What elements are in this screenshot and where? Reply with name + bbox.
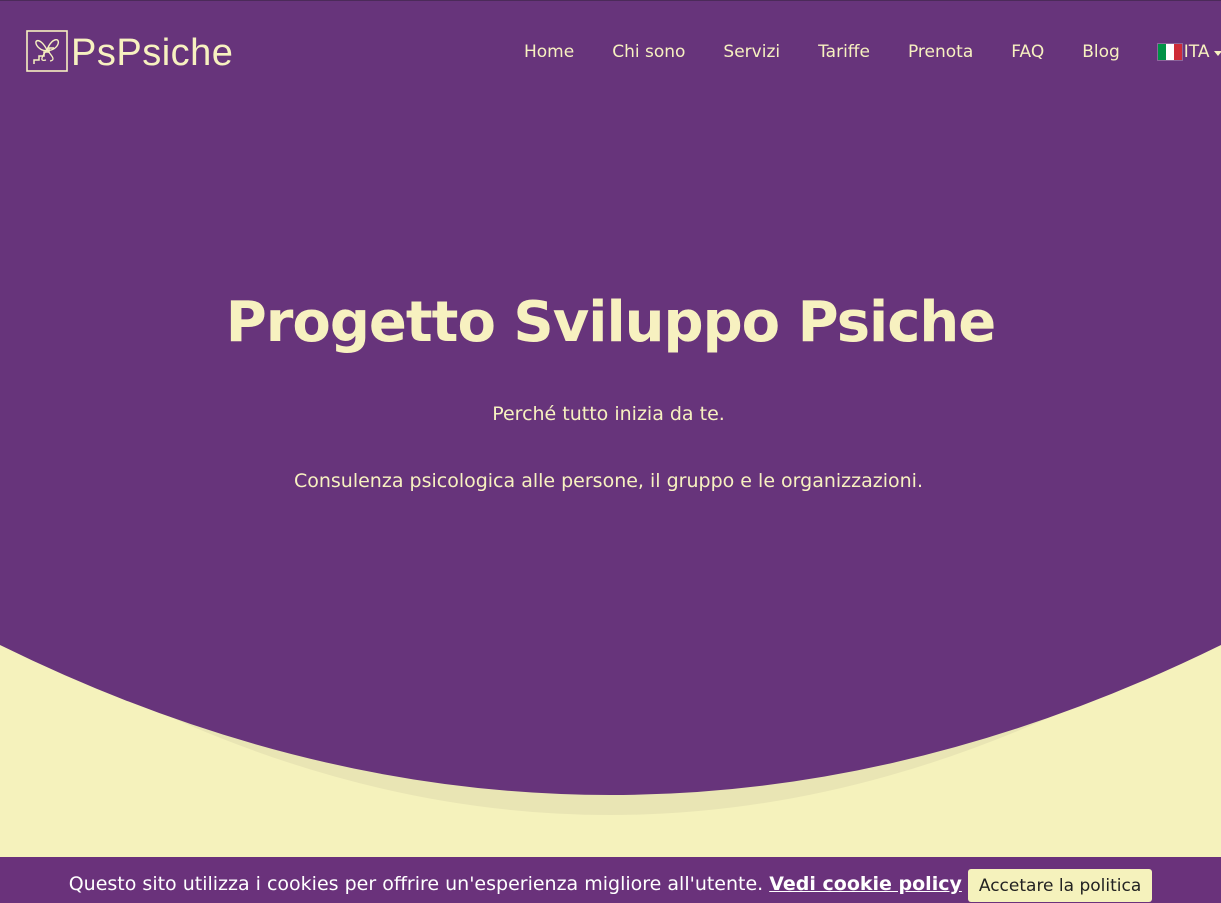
hero-title: Progetto Sviluppo Psiche [225,290,997,355]
hero-curve [0,0,1221,795]
accept-cookies-button[interactable]: Accetare la politica [967,868,1153,902]
hero-subtitle: Perché tutto inizia da te. [492,403,725,425]
page: PsPsiche Home Chi sono Servizi Tariffe P… [0,0,1221,903]
nav-item-blog: Blog [1063,42,1139,62]
nav-item-tariffe: Tariffe [799,42,889,62]
cookie-bar: Questo sito utilizza i cookies per offri… [0,857,1221,903]
hero-description: Consulenza psicologica alle persone, il … [293,470,924,492]
cookie-policy-link[interactable]: Vedi cookie policy [769,873,962,895]
caret-down-icon [1213,50,1221,56]
italy-flag-icon [1156,43,1183,61]
cookie-text: Questo sito utilizza i cookies per offri… [68,873,764,895]
nav-item-servizi: Servizi [704,42,799,62]
nav-link-prenota[interactable]: Prenota [889,42,992,62]
hero-background [0,0,1221,903]
nav-item-home: Home [505,42,593,62]
brand-name: PsPsiche [71,32,234,74]
nav-item-chi-sono: Chi sono [593,42,704,62]
language-label: ITA [1183,42,1210,62]
brand-link[interactable]: PsPsiche [26,28,233,74]
language-dropdown[interactable]: ITA [1139,42,1221,62]
nav-item-prenota: Prenota [889,42,992,62]
nav-link-servizi[interactable]: Servizi [704,42,799,62]
nav-menu: Home Chi sono Servizi Tariffe Prenota FA… [505,40,1221,64]
nav-link-chi-sono[interactable]: Chi sono [593,42,704,62]
butterfly-steps-logo [26,30,68,72]
navbar: PsPsiche Home Chi sono Servizi Tariffe P… [0,0,1221,100]
nav-link-tariffe[interactable]: Tariffe [799,42,889,62]
nav-link-blog[interactable]: Blog [1063,42,1139,62]
nav-link-home[interactable]: Home [505,42,593,62]
nav-link-faq[interactable]: FAQ [992,42,1063,62]
nav-item-faq: FAQ [992,42,1063,62]
